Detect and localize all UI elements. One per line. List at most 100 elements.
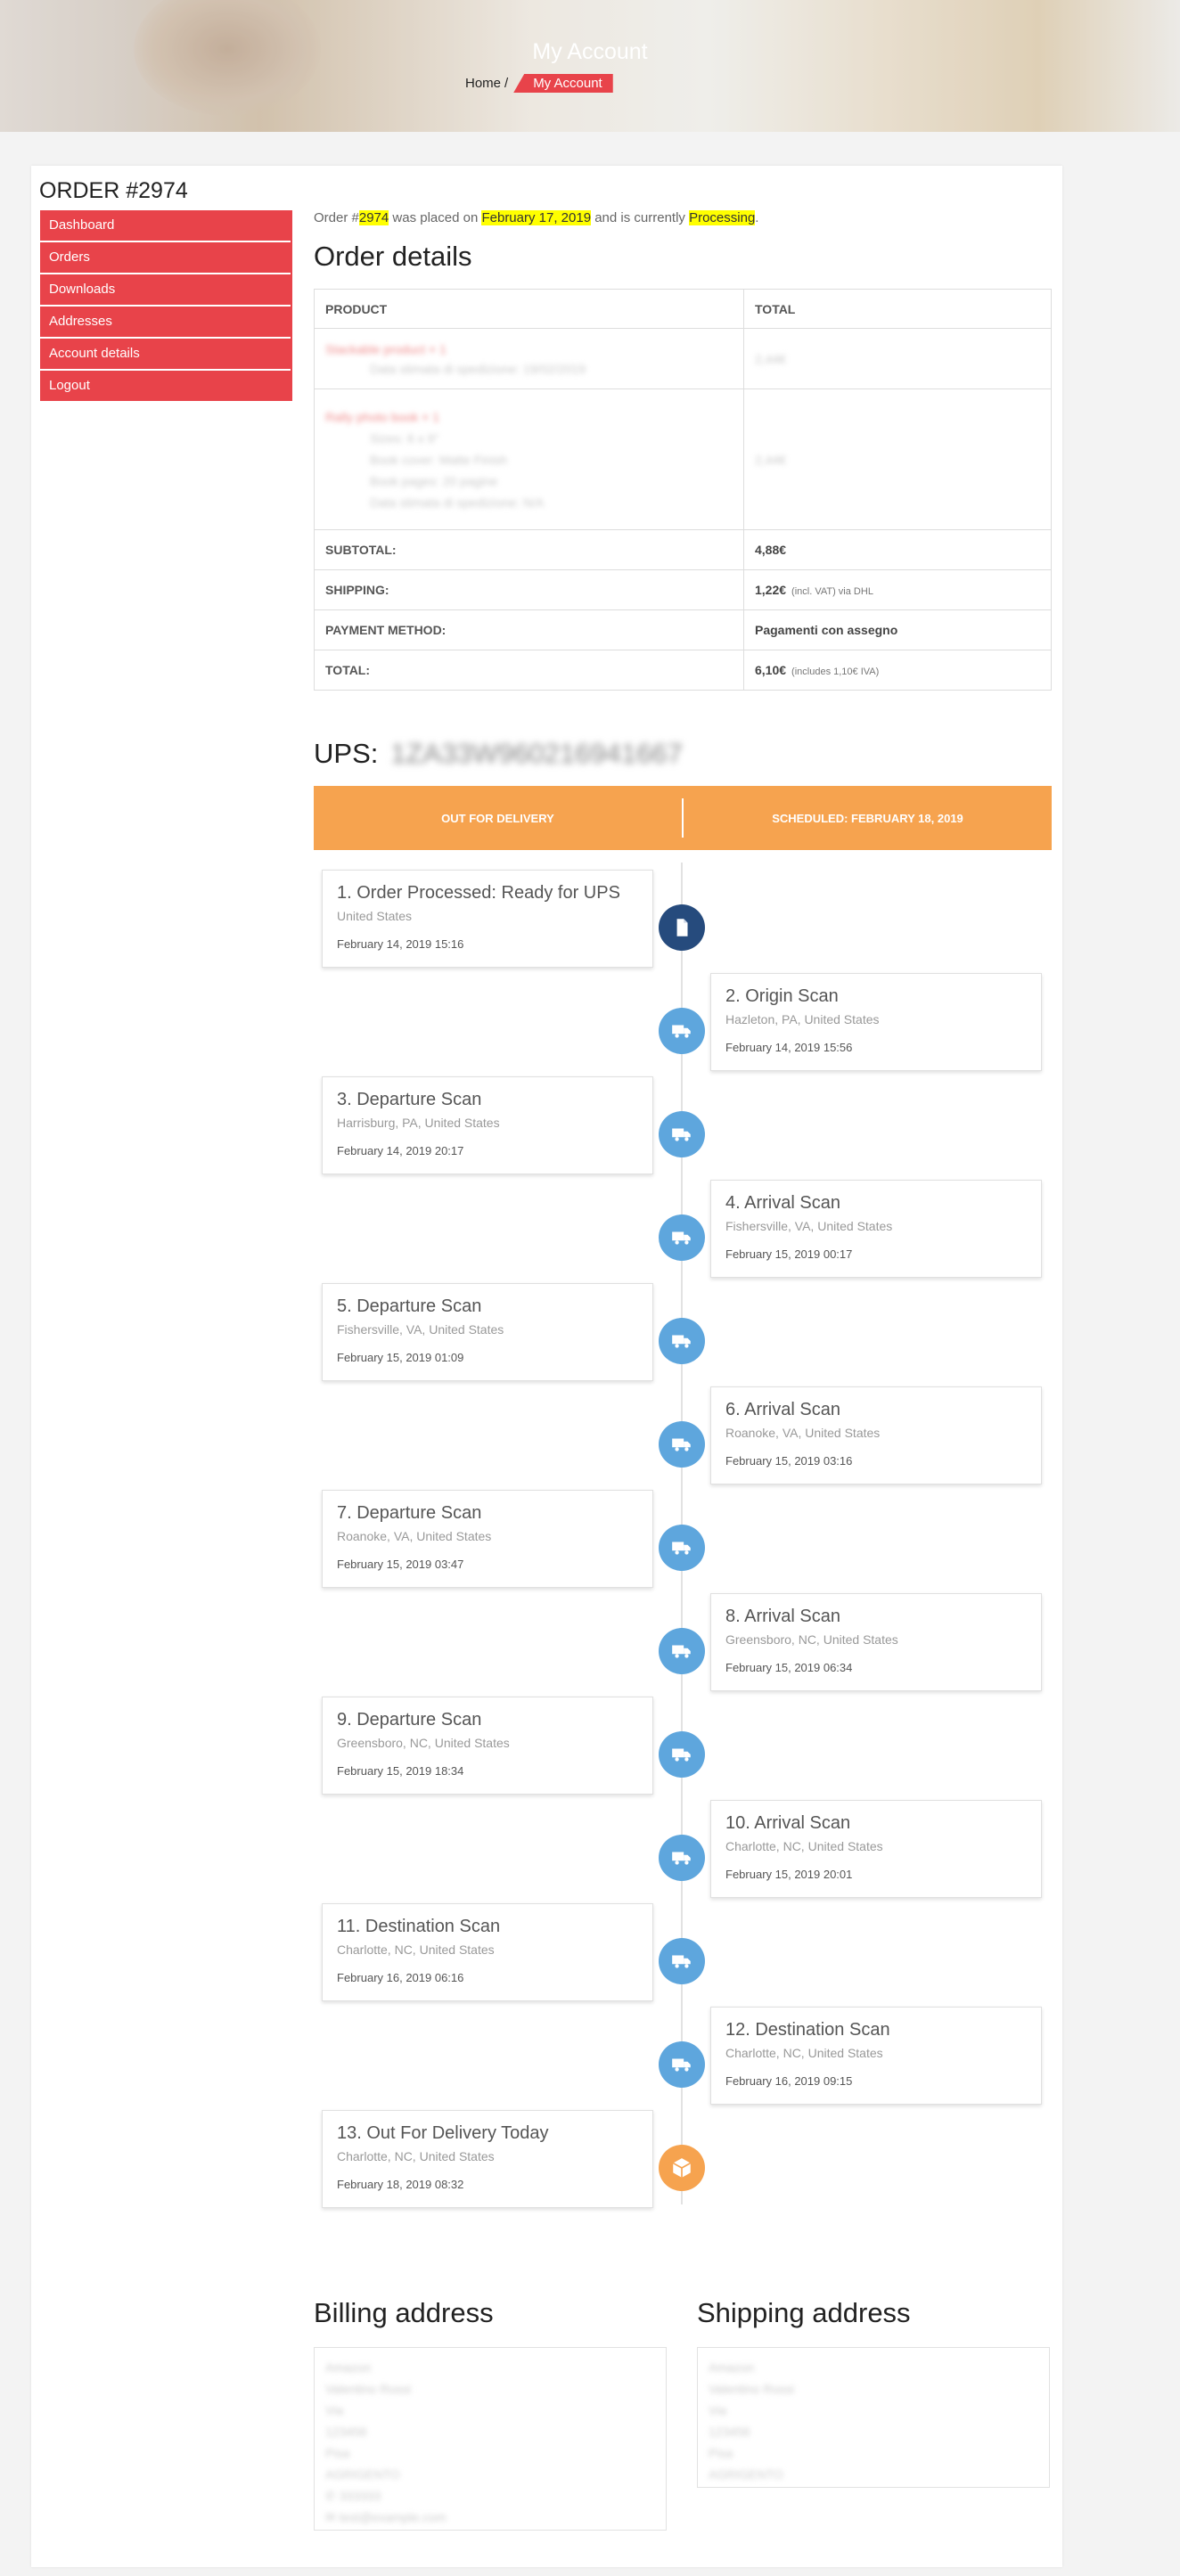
truck-icon [670, 1123, 693, 1146]
product-link[interactable]: Rally photo book × 1 [325, 410, 733, 424]
phone-line: ✆ 333333 [325, 2485, 655, 2506]
timeline-marker [659, 1421, 705, 1468]
event-location: Charlotte, NC, United States [725, 2046, 883, 2060]
scheduled-date: SCHEDULED: FEBRUARY 18, 2019 [772, 811, 963, 825]
timeline-marker [659, 1111, 705, 1157]
tracking-event-card: 3. Departure Scan Harrisburg, PA, United … [322, 1076, 653, 1174]
order-date-highlight: February 17, 2019 [481, 210, 592, 225]
event-date: February 14, 2019 15:56 [725, 1041, 853, 1054]
event-title: 10. Arrival Scan [725, 1813, 851, 1833]
event-location: Charlotte, NC, United States [337, 2149, 495, 2163]
page-title: My Account [532, 39, 648, 64]
event-date: February 15, 2019 03:47 [337, 1558, 464, 1571]
product-meta: Book pages: 20 pagine [370, 473, 498, 488]
address-line: Valentino Rossi [709, 2382, 795, 2396]
timeline-marker [659, 1835, 705, 1881]
tracking-event-card: 7. Departure Scan Roanoke, VA, United Sta… [322, 1490, 653, 1588]
nav-item-dashboard[interactable]: Dashboard [40, 210, 291, 241]
breadcrumb-current: My Account [513, 74, 613, 93]
event-title: 1. Order Processed: Ready for UPS [337, 883, 620, 903]
event-location: Fishersville, VA, United States [337, 1322, 504, 1337]
carrier-label: UPS: [314, 738, 379, 769]
event-date: February 16, 2019 09:15 [725, 2074, 853, 2088]
column-header-product: PRODUCT [314, 289, 744, 329]
event-date: February 15, 2019 20:01 [725, 1868, 853, 1881]
timeline-marker [659, 1008, 705, 1054]
event-title: 11. Destination Scan [337, 1917, 501, 1936]
tracking-event-card: 9. Departure Scan Greensboro, NC, United … [322, 1697, 653, 1795]
email-address: test@example.com [339, 2510, 447, 2524]
delivery-status: OUT FOR DELIVERY [441, 811, 554, 825]
order-details-table: PRODUCT TOTAL Stackable product × 1 Data… [314, 289, 1052, 691]
event-title: 7. Departure Scan [337, 1503, 482, 1523]
phone-icon: ✆ [325, 2489, 340, 2503]
tracking-event-card: 12. Destination Scan Charlotte, NC, Unite… [710, 2007, 1042, 2105]
nav-item-account-details[interactable]: Account details [40, 339, 291, 369]
timeline-marker [659, 2145, 705, 2191]
breadcrumb-separator: / [504, 76, 509, 91]
breadcrumb-home-link[interactable]: Home [465, 76, 501, 91]
event-location: United States [337, 909, 413, 923]
tracking-number: 1ZA33W960216941667 [390, 738, 683, 769]
timeline-marker [659, 2041, 705, 2088]
tracking-event-card: 10. Arrival Scan Charlotte, NC, United St… [710, 1800, 1042, 1898]
subtotal-label: SUBTOTAL: [314, 529, 744, 570]
event-title: 2. Origin Scan [725, 986, 839, 1006]
address-line: 123456 [325, 2425, 367, 2439]
event-location: Greensboro, NC, United States [725, 1632, 898, 1647]
tracking-heading: UPS: 1ZA33W960216941667 [314, 738, 683, 770]
timeline-marker [659, 1525, 705, 1571]
truck-icon [670, 1226, 693, 1249]
shipping-address-title: Shipping address [697, 2297, 911, 2328]
address-line: Pisa [709, 2446, 733, 2460]
truck-icon [670, 1950, 693, 1973]
payment-method-label: PAYMENT METHOD: [314, 609, 744, 650]
event-date: February 15, 2019 18:34 [337, 1764, 464, 1778]
event-location: Charlotte, NC, United States [337, 1942, 495, 1957]
address-line: Via [325, 2403, 343, 2417]
payment-method-value: Pagamenti con assegno [743, 609, 1052, 650]
event-date: February 15, 2019 03:16 [725, 1454, 853, 1468]
address-line: Amazon [325, 2360, 372, 2375]
table-row: SUBTOTAL: 4,88€ [314, 529, 1052, 570]
order-status-highlight: Processing [689, 210, 756, 225]
event-title: 13. Out For Delivery Today [337, 2123, 549, 2143]
breadcrumb: Home / My Account [465, 74, 613, 93]
account-navigation: Dashboard Orders Downloads Addresses Acc… [40, 210, 291, 403]
table-row: SHIPPING: 1,22€ (incl. VAT) via DHL [314, 569, 1052, 610]
truck-icon [670, 1640, 693, 1663]
billing-address-title: Billing address [314, 2297, 494, 2328]
product-meta: Data stimata di spedizione: N/A [370, 495, 545, 510]
event-date: February 16, 2019 06:16 [337, 1971, 464, 1984]
timeline-marker [659, 1318, 705, 1364]
table-row: PAYMENT METHOD: Pagamenti con assegno [314, 609, 1052, 650]
phone-number: 333333 [339, 2489, 381, 2503]
product-meta: Sizes: 6 x 9" [370, 430, 439, 446]
table-row: TOTAL: 6,10€ (includes 1,10€ IVA) [314, 650, 1052, 691]
order-heading: ORDER #2974 [39, 178, 188, 203]
page-hero: My Account Home / My Account [0, 0, 1180, 132]
event-location: Roanoke, VA, United States [337, 1529, 492, 1543]
email-line: ✉ test@example.com [325, 2506, 655, 2528]
product-link[interactable]: Stackable product × 1 [325, 342, 733, 356]
nav-item-orders[interactable]: Orders [40, 242, 291, 273]
package-icon [670, 2156, 693, 2179]
total-note: (includes 1,10€ IVA) [791, 666, 880, 677]
event-location: Fishersville, VA, United States [725, 1219, 893, 1233]
table-row: Rally photo book × 1 Sizes: 6 x 9" Book … [314, 388, 1052, 530]
timeline-marker [659, 1938, 705, 1984]
nav-item-logout[interactable]: Logout [40, 371, 291, 401]
column-header-total: TOTAL [743, 289, 1052, 329]
nav-divider [291, 210, 292, 401]
delivery-status-bar: OUT FOR DELIVERY SCHEDULED: FEBRUARY 18,… [314, 786, 1052, 850]
tracking-event-card: 6. Arrival Scan Roanoke, VA, United State… [710, 1386, 1042, 1484]
intro-text: Order # [314, 210, 359, 225]
tracking-event-card: 1. Order Processed: Ready for UPS United … [322, 870, 653, 968]
timeline-marker [659, 904, 705, 951]
event-title: 4. Arrival Scan [725, 1193, 840, 1213]
address-line: AGRIGENTO [325, 2467, 400, 2482]
order-details-title: Order details [314, 241, 472, 272]
nav-item-addresses[interactable]: Addresses [40, 307, 291, 337]
nav-item-downloads[interactable]: Downloads [40, 274, 291, 305]
event-title: 6. Arrival Scan [725, 1400, 840, 1419]
